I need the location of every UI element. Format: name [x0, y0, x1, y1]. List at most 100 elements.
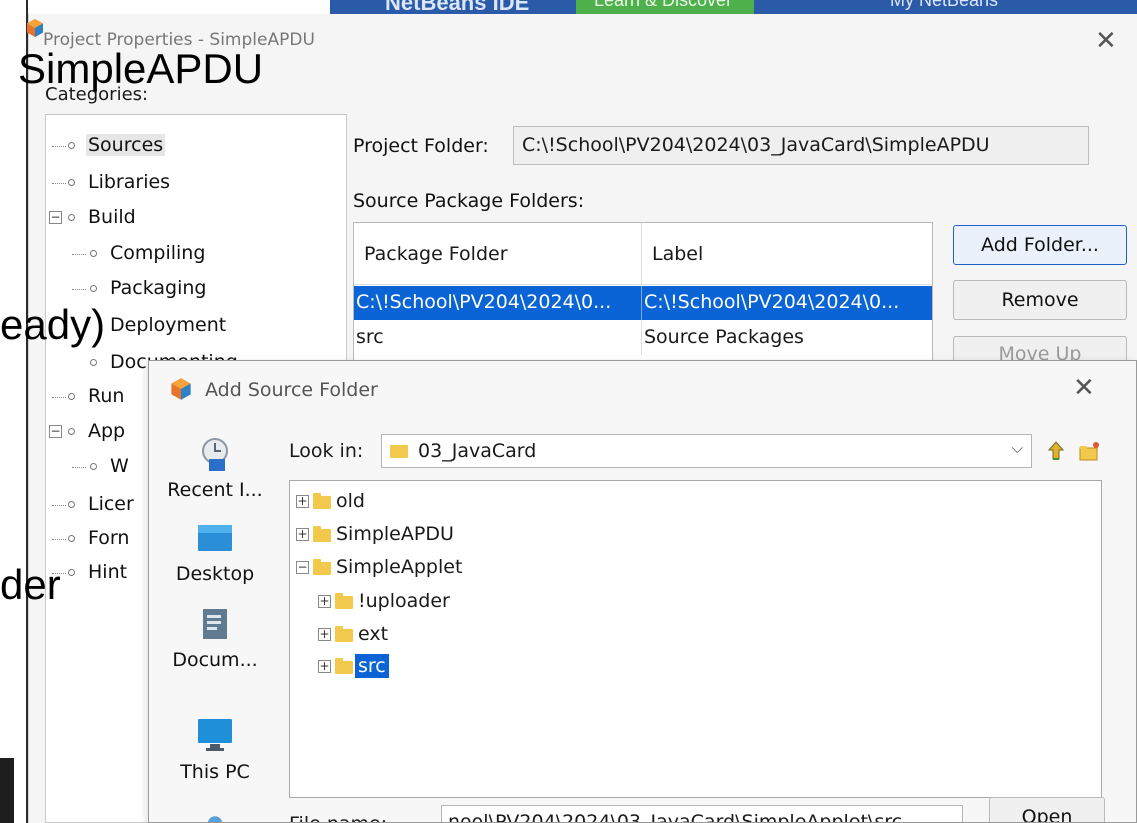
look-in-label: Look in: — [289, 440, 364, 462]
expand-icon[interactable]: + — [318, 595, 331, 608]
slide-text-fragment: der — [0, 561, 61, 608]
places-bar: Recent I... Desktop Docum... This PC — [149, 419, 281, 822]
collapse-icon[interactable]: − — [296, 561, 309, 574]
look-in-value: 03_JavaCard — [418, 440, 537, 462]
folder-name: old — [336, 490, 365, 512]
source-folders-table[interactable]: Package Folder Label C:\!School\PV204\20… — [353, 222, 933, 372]
category-label: Hint — [88, 561, 128, 583]
column-header-label[interactable]: Label — [642, 223, 932, 285]
slide-text-fragment: eady) — [0, 301, 106, 348]
recent-items-icon — [202, 438, 228, 471]
close-icon[interactable]: ✕ — [1073, 375, 1095, 401]
collapse-icon[interactable]: − — [49, 425, 62, 438]
table-cell: C:\!School\PV204\2024\0... — [354, 286, 642, 320]
category-label: App — [88, 420, 126, 442]
column-header-package-folder[interactable]: Package Folder — [354, 223, 642, 285]
folder-list[interactable]: + old + SimpleAPDU − SimpleApplet + !upl… — [289, 480, 1102, 798]
folder-icon — [313, 526, 331, 542]
place-documents[interactable]: Docum... — [149, 605, 281, 695]
move-up-button[interactable]: Move Up — [953, 336, 1127, 362]
category-run[interactable]: Run — [88, 385, 124, 407]
category-web[interactable]: W — [110, 455, 129, 477]
category-formatting[interactable]: Forn — [88, 527, 129, 549]
category-label: Libraries — [88, 171, 171, 193]
folder-icon — [313, 493, 331, 509]
network-icon — [207, 816, 223, 822]
table-cell: src — [354, 321, 642, 355]
place-recent[interactable]: Recent I... — [149, 435, 281, 525]
category-build[interactable]: Build — [88, 206, 136, 228]
slide-edge — [0, 0, 28, 823]
project-folder-field: C:\!School\PV204\2024\03_JavaCard\Simple… — [513, 126, 1089, 165]
expand-icon[interactable]: + — [318, 660, 331, 673]
chevron-down-icon[interactable]: ⌵ — [1012, 439, 1023, 457]
look-in-combobox[interactable]: 03_JavaCard ⌵ — [381, 434, 1032, 468]
place-label: Desktop — [175, 563, 255, 585]
file-name-label: File name: — [289, 813, 387, 822]
folder-name: src — [355, 654, 389, 678]
new-folder-icon[interactable] — [1077, 439, 1101, 463]
category-label: Build — [88, 206, 136, 228]
close-icon[interactable]: ✕ — [1095, 28, 1117, 54]
folder-name: SimpleApplet — [336, 556, 463, 578]
place-label: This PC — [180, 761, 250, 783]
banner-my-netbeans-tab[interactable]: My NetBeans — [760, 0, 1137, 14]
category-hints[interactable]: Hint — [88, 561, 127, 583]
folder-icon — [313, 559, 331, 575]
category-label: Packaging — [110, 277, 207, 299]
folder-name: SimpleAPDU — [336, 523, 454, 545]
file-name-input[interactable]: nool\PV204\2024\03_JavaCard\SimpleApplet… — [441, 805, 963, 822]
folder-icon — [390, 445, 408, 458]
this-pc-icon — [198, 719, 232, 751]
add-source-folder-dialog: Add Source Folder ✕ Recent I... Desktop — [148, 360, 1137, 823]
table-row[interactable]: C:\!School\PV204\2024\0... C:\!School\PV… — [354, 286, 932, 320]
category-label: Compiling — [110, 242, 206, 264]
open-button[interactable]: Open — [989, 797, 1105, 822]
folder-icon — [335, 593, 353, 609]
place-label: Docum... — [172, 649, 258, 671]
category-label: Sources — [88, 134, 164, 156]
place-this-pc[interactable]: This PC — [149, 715, 281, 805]
category-label: Run — [88, 385, 125, 407]
category-label: Licer — [88, 493, 134, 515]
add-folder-button[interactable]: Add Folder... — [953, 225, 1127, 265]
expand-icon[interactable]: + — [296, 495, 309, 508]
folder-icon — [335, 626, 353, 642]
category-packaging[interactable]: Packaging — [110, 277, 206, 299]
desktop-icon — [198, 525, 232, 551]
slide-title-fragment: SimpleAPDU — [18, 45, 264, 92]
banner-learn-tab[interactable]: Learn & Discover — [576, 0, 754, 14]
category-license[interactable]: Licer — [88, 493, 134, 515]
table-cell: Source Packages — [644, 326, 804, 348]
up-one-level-icon[interactable] — [1044, 439, 1068, 463]
category-label: Forn — [88, 527, 130, 549]
slide-dark-block — [0, 758, 14, 823]
remove-button[interactable]: Remove — [953, 280, 1127, 320]
folder-name: ext — [358, 623, 389, 645]
project-folder-label: Project Folder: — [353, 135, 489, 157]
category-compiling[interactable]: Compiling — [110, 242, 205, 264]
expand-icon[interactable]: + — [296, 528, 309, 541]
netbeans-logo-icon — [171, 378, 191, 400]
folder-name: !uploader — [358, 590, 450, 612]
category-label: W — [110, 455, 129, 477]
table-row[interactable]: src Source Packages — [354, 321, 932, 355]
netbeans-logo-icon — [27, 19, 43, 37]
expand-icon[interactable]: + — [318, 628, 331, 641]
place-label: Recent I... — [167, 479, 263, 501]
collapse-icon[interactable]: − — [49, 211, 62, 224]
documents-icon — [203, 609, 227, 639]
category-deployment[interactable]: Deployment — [110, 314, 226, 336]
category-libraries[interactable]: Libraries — [88, 171, 170, 193]
table-header: Package Folder Label — [354, 223, 932, 285]
banner-title: NetBeans IDE — [385, 0, 530, 14]
dialog-title: Add Source Folder — [205, 379, 378, 401]
table-cell: C:\!School\PV204\2024\0... — [644, 291, 900, 313]
netbeans-banner: NetBeans IDE Learn & Discover My NetBean… — [330, 0, 1137, 14]
category-sources[interactable]: Sources — [86, 134, 166, 156]
category-label: Deployment — [110, 314, 227, 336]
category-application[interactable]: App — [88, 420, 125, 442]
source-package-folders-label: Source Package Folders: — [353, 190, 585, 212]
folder-icon — [335, 658, 353, 674]
place-desktop[interactable]: Desktop — [149, 519, 281, 609]
